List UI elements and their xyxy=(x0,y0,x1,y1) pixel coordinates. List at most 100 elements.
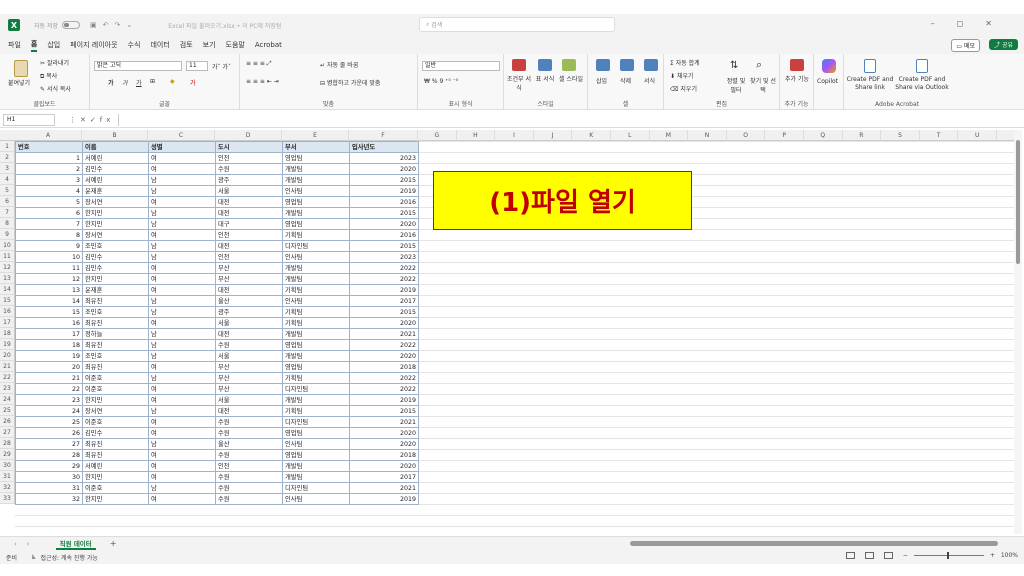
align-left-icon[interactable]: ≡ ≡ ≡ ⇤ ⇥ xyxy=(246,78,279,85)
conditional-format-button[interactable]: 조건부 서식 xyxy=(506,74,532,92)
table-cell[interactable]: 남 xyxy=(148,372,216,384)
table-cell[interactable]: 9 xyxy=(15,240,83,252)
table-cell[interactable]: 한지민 xyxy=(82,207,149,219)
table-cell[interactable]: 2022 xyxy=(349,262,419,274)
table-cell[interactable]: 여 xyxy=(148,416,216,428)
table-cell[interactable]: 대전 xyxy=(215,240,283,252)
table-cell[interactable]: 김민수 xyxy=(82,427,149,439)
memo-button[interactable]: ▭ 메모 xyxy=(951,39,980,52)
table-cell[interactable]: 남 xyxy=(148,240,216,252)
table-cell[interactable]: 여 xyxy=(148,273,216,285)
table-cell[interactable]: 디자인팀 xyxy=(282,416,350,428)
table-cell[interactable]: 장서연 xyxy=(82,196,149,208)
table-cell[interactable]: 대전 xyxy=(215,328,283,340)
row-header[interactable]: 18 xyxy=(0,328,15,339)
table-cell[interactable]: 이준호 xyxy=(82,372,149,384)
table-cell[interactable]: 인사팀 xyxy=(282,185,350,197)
table-cell[interactable]: 이준호 xyxy=(82,383,149,395)
table-cell[interactable]: 영업팀 xyxy=(282,196,350,208)
row-header[interactable]: 6 xyxy=(0,196,15,207)
table-cell[interactable]: 27 xyxy=(15,438,83,450)
table-cell[interactable]: 최유진 xyxy=(82,361,149,373)
create-pdf-outlook-button[interactable]: Create PDF and Share via Outlook xyxy=(894,76,950,92)
column-header[interactable]: K xyxy=(572,130,611,141)
row-header[interactable]: 5 xyxy=(0,185,15,196)
table-cell[interactable]: 대전 xyxy=(215,405,283,417)
underline-icon[interactable]: 가 xyxy=(136,78,142,87)
table-cell[interactable]: 여 xyxy=(148,262,216,274)
table-cell[interactable]: 남 xyxy=(148,207,216,219)
table-cell[interactable]: 기획팀 xyxy=(282,284,350,296)
table-cell[interactable]: 최유진 xyxy=(82,438,149,450)
table-cell[interactable]: 개발팀 xyxy=(282,163,350,175)
table-cell[interactable]: 기획팀 xyxy=(282,372,350,384)
table-cell[interactable]: 기획팀 xyxy=(282,229,350,241)
table-cell[interactable]: 최유진 xyxy=(82,339,149,351)
page-layout-view-icon[interactable] xyxy=(864,552,874,559)
table-cell[interactable]: 영업팀 xyxy=(282,339,350,351)
column-header[interactable]: M xyxy=(650,130,689,141)
menu-file[interactable]: 파일 xyxy=(8,40,21,50)
table-cell[interactable]: 최유진 xyxy=(82,449,149,461)
column-header[interactable]: P xyxy=(765,130,804,141)
table-cell[interactable]: 여 xyxy=(148,196,216,208)
table-cell[interactable]: 디자인팀 xyxy=(282,383,350,395)
table-cell[interactable]: 울산 xyxy=(215,438,283,450)
row-header[interactable]: 16 xyxy=(0,306,15,317)
paste-icon[interactable] xyxy=(14,60,28,77)
table-cell[interactable]: 2021 xyxy=(349,482,419,494)
conditional-format-icon[interactable] xyxy=(512,59,526,71)
table-cell[interactable]: 울산 xyxy=(215,295,283,307)
create-pdf-link-button[interactable]: Create PDF and Share link xyxy=(846,76,894,92)
table-cell[interactable]: 남 xyxy=(148,405,216,417)
table-cell[interactable]: 16 xyxy=(15,317,83,329)
column-header[interactable]: O xyxy=(727,130,766,141)
table-cell[interactable]: 여 xyxy=(148,427,216,439)
fx-icon[interactable]: ⋮✕✓fx xyxy=(69,116,114,124)
table-cell[interactable]: 남 xyxy=(148,174,216,186)
table-cell[interactable]: 남 xyxy=(148,218,216,230)
zoom-slider[interactable] xyxy=(913,552,984,559)
table-cell[interactable]: 여 xyxy=(148,361,216,373)
table-cell[interactable]: 19 xyxy=(15,350,83,362)
row-header[interactable]: 2 xyxy=(0,152,15,163)
table-cell[interactable]: 여 xyxy=(148,493,216,505)
column-header[interactable]: N xyxy=(688,130,727,141)
table-cell[interactable]: 최유진 xyxy=(82,317,149,329)
table-cell[interactable]: 이준호 xyxy=(82,482,149,494)
font-size-select[interactable]: 11 xyxy=(186,61,208,71)
cell-style-button[interactable]: 셀 스타일 xyxy=(558,74,584,83)
table-cell[interactable]: 광주 xyxy=(215,174,283,186)
table-cell[interactable]: 대전 xyxy=(215,196,283,208)
percent-icon[interactable]: ₩ % 9 ⁺⁰ ⁻⁰ xyxy=(424,78,458,85)
table-cell[interactable]: 수원 xyxy=(215,339,283,351)
menu-formulas[interactable]: 수식 xyxy=(128,40,141,50)
table-cell[interactable]: 서울 xyxy=(215,394,283,406)
merge-center-button[interactable]: ⊟ 병합하고 가운데 맞춤 xyxy=(320,78,380,87)
row-header[interactable]: 33 xyxy=(0,493,15,504)
column-header[interactable]: S xyxy=(881,130,920,141)
column-header[interactable]: E xyxy=(282,130,349,141)
row-header[interactable]: 9 xyxy=(0,229,15,240)
table-cell[interactable]: 대전 xyxy=(215,207,283,219)
row-header[interactable]: 30 xyxy=(0,460,15,471)
table-cell[interactable]: 수원 xyxy=(215,416,283,428)
table-cell[interactable]: 조민호 xyxy=(82,350,149,362)
table-cell[interactable]: 10 xyxy=(15,251,83,263)
table-cell[interactable]: 서울 xyxy=(215,350,283,362)
table-cell[interactable]: 여 xyxy=(148,229,216,241)
table-cell[interactable]: 25 xyxy=(15,416,83,428)
table-cell[interactable]: 2018 xyxy=(349,361,419,373)
clear-button[interactable]: ⌫ 지우기 xyxy=(670,84,697,93)
table-cell[interactable]: 6 xyxy=(15,207,83,219)
font-name-select[interactable]: 맑은 고딕 xyxy=(94,61,182,71)
table-cell[interactable]: 남 xyxy=(148,350,216,362)
table-cell[interactable]: 2021 xyxy=(349,416,419,428)
row-header[interactable]: 25 xyxy=(0,405,15,416)
table-cell[interactable]: 18 xyxy=(15,339,83,351)
table-cell[interactable]: 서예린 xyxy=(82,152,149,164)
column-header[interactable]: G xyxy=(418,130,457,141)
table-cell[interactable]: 기획팀 xyxy=(282,405,350,417)
row-header[interactable]: 10 xyxy=(0,240,15,251)
bold-icon[interactable]: 가 xyxy=(108,78,114,87)
